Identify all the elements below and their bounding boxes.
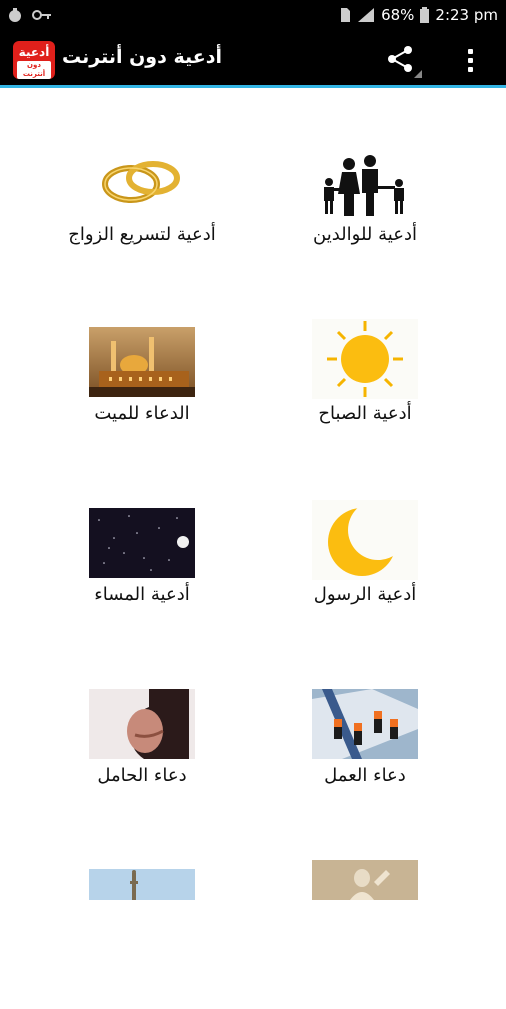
- grid-item-marriage[interactable]: أدعية لتسريع الزواج: [27, 148, 257, 288]
- grid-item-label: الدعاء للميت: [94, 403, 190, 424]
- grid-item-label: دعاء العمل: [324, 765, 406, 786]
- grid-item-work[interactable]: دعاء العمل: [250, 689, 480, 829]
- mosque-image: [89, 327, 195, 397]
- minaret-image: [89, 869, 195, 900]
- app-logo-subtext: دون أنترنت: [17, 61, 51, 79]
- grid-item-morning[interactable]: أدعية الصباح: [250, 319, 480, 459]
- wedding-rings-image: [89, 148, 195, 218]
- family-image: [312, 148, 418, 218]
- menu-dot: [468, 67, 473, 72]
- night-sky-image: [89, 508, 195, 578]
- supplications-grid: أدعية للوالدين أدعية لتسريع الزواج أدعية…: [0, 91, 506, 900]
- sun-image: [312, 319, 418, 399]
- grid-item-minaret[interactable]: [27, 869, 257, 1009]
- key-icon: [32, 10, 51, 20]
- grid-item-deceased[interactable]: الدعاء للميت: [27, 327, 257, 467]
- grid-item-label: أدعية الرسول: [313, 584, 417, 605]
- grid-item-label: أدعية الصباح: [318, 403, 412, 424]
- signal-icon: [358, 8, 375, 22]
- grid-item-label: أدعية لتسريع الزواج: [68, 224, 216, 245]
- grid-item-evening[interactable]: أدعية المساء: [27, 508, 257, 648]
- sim-icon: [341, 8, 351, 22]
- grid-item-label: أدعية المساء: [94, 584, 190, 605]
- app-title: أدعية دون أنترنت: [62, 46, 222, 68]
- app-bar: أدعية دون أنترنت أدعية دون أنترنت: [0, 32, 506, 88]
- statue-image: [312, 860, 418, 900]
- crescent-moon-image: [312, 500, 418, 580]
- android-notification-icon: [9, 8, 21, 22]
- pregnant-woman-image: [89, 689, 195, 759]
- grid-item-parents[interactable]: أدعية للوالدين: [250, 148, 480, 288]
- grid-item-pregnant[interactable]: دعاء الحامل: [27, 689, 257, 829]
- battery-icon: [420, 7, 430, 23]
- battery-percentage: 68%: [381, 6, 415, 24]
- grid-item-label: أدعية للوالدين: [313, 224, 417, 245]
- overflow-menu-button[interactable]: [456, 42, 486, 80]
- app-logo: أدعية دون أنترنت: [13, 41, 55, 79]
- grid-item-statue[interactable]: [250, 860, 480, 1000]
- menu-dot: [468, 49, 473, 54]
- grid-item-prophet[interactable]: أدعية الرسول: [250, 500, 480, 640]
- workers-image: [312, 689, 418, 759]
- share-button[interactable]: [382, 42, 426, 80]
- grid-item-label: دعاء الحامل: [97, 765, 187, 786]
- status-bar: 68% 2:23 pm: [0, 0, 506, 32]
- clock: 2:23 pm: [435, 6, 498, 24]
- menu-dot: [468, 58, 473, 63]
- app-logo-text: أدعية: [18, 45, 50, 59]
- share-icon: [388, 46, 422, 78]
